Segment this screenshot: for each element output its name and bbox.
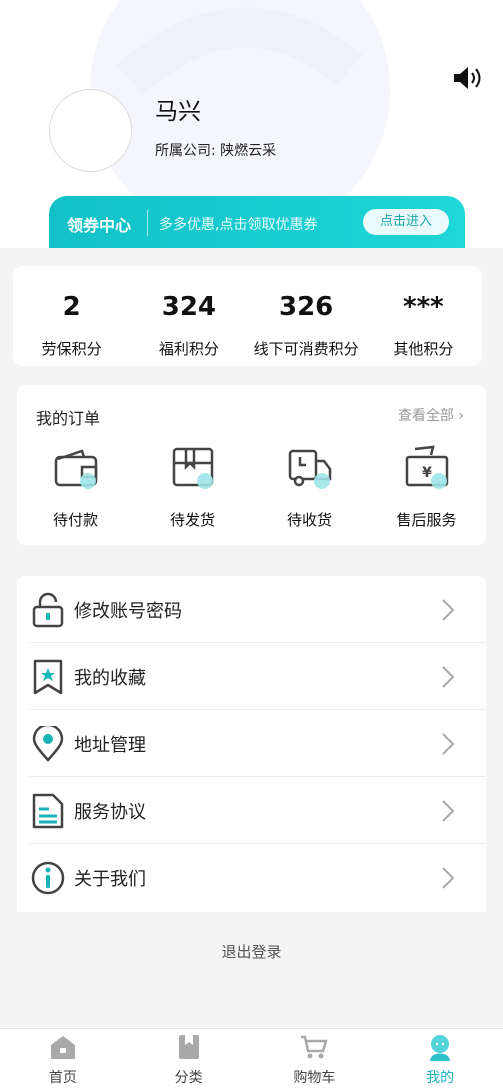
order-pending-receipt[interactable]: 待收货	[251, 443, 368, 533]
coupon-divider	[147, 210, 148, 236]
points-value: 2	[62, 292, 81, 322]
menu-item-label: 地址管理	[74, 735, 146, 756]
points-item[interactable]: 2 劳保积分	[13, 266, 130, 366]
points-value: 324	[161, 292, 217, 322]
logout-button[interactable]: 退出登录	[0, 941, 503, 962]
points-item[interactable]: 326 线下可消费积分	[248, 266, 365, 366]
tab-profile[interactable]: 我的	[377, 1029, 503, 1089]
location-pin-icon	[32, 726, 64, 762]
cart-icon	[301, 1035, 329, 1059]
lock-icon	[32, 592, 64, 628]
tab-label: 购物车	[293, 1070, 336, 1086]
wallet-icon	[54, 449, 97, 489]
order-label: 待发货	[169, 511, 215, 529]
order-label: 待付款	[52, 511, 98, 529]
coupon-enter-button[interactable]: 点击进入	[363, 209, 449, 235]
home-icon	[50, 1036, 75, 1059]
settings-menu: 修改账号密码 我的收藏 地址管理 服务协议 关于我们	[17, 576, 486, 912]
tab-label: 我的	[426, 1070, 455, 1086]
order-after-sales[interactable]: ¥ 售后服务	[368, 443, 485, 533]
chevron-right-icon	[442, 867, 455, 889]
points-label: 劳保积分	[41, 340, 102, 358]
view-all-orders-link[interactable]: 查看全部 ›	[398, 405, 464, 425]
info-icon	[31, 861, 65, 895]
menu-item-label: 服务协议	[74, 802, 146, 823]
order-pending-payment[interactable]: 待付款	[17, 443, 134, 533]
menu-item-service-agreement[interactable]: 服务协议	[17, 777, 486, 844]
coupon-title: 领券中心	[67, 216, 132, 235]
points-value: 326	[278, 292, 334, 322]
avatar[interactable]	[49, 89, 132, 172]
yen-refund-icon: ¥	[405, 445, 448, 489]
coupon-description: 多多优惠,点击领取优惠券	[159, 217, 318, 233]
order-pending-shipment[interactable]: 待发货	[134, 443, 251, 533]
points-label: 线下可消费积分	[253, 340, 359, 358]
orders-title: 我的订单	[36, 409, 101, 428]
profile-icon	[430, 1035, 451, 1061]
order-label: 待收货	[286, 511, 332, 529]
tab-label: 分类	[174, 1070, 203, 1086]
menu-item-label: 我的收藏	[74, 668, 146, 689]
chevron-right-icon	[442, 800, 455, 822]
category-icon	[178, 1035, 199, 1059]
tab-category[interactable]: 分类	[126, 1029, 252, 1089]
company-name: 所属公司: 陕燃云采	[155, 143, 277, 159]
truck-icon	[288, 449, 331, 489]
profile-header: 马兴 所属公司: 陕燃云采 领券中心 多多优惠,点击领取优惠券 点击进入	[0, 0, 503, 248]
user-name: 马兴	[155, 99, 201, 125]
speaker-icon[interactable]	[452, 64, 484, 92]
bottom-tab-bar: 首页 分类 购物车 我的	[0, 1028, 503, 1089]
tab-label: 首页	[48, 1070, 77, 1086]
points-label: 福利积分	[158, 340, 219, 358]
points-item[interactable]: *** 其他积分	[365, 266, 482, 366]
tab-cart[interactable]: 购物车	[252, 1029, 378, 1089]
document-icon	[32, 793, 64, 829]
points-card: 2 劳保积分 324 福利积分 326 线下可消费积分 *** 其他积分	[13, 266, 482, 366]
tab-home[interactable]: 首页	[0, 1029, 126, 1089]
chevron-right-icon	[442, 666, 455, 688]
chevron-right-icon	[442, 599, 455, 621]
points-item[interactable]: 324 福利积分	[130, 266, 247, 366]
points-value: ***	[402, 292, 444, 322]
package-icon	[172, 447, 213, 489]
my-orders-card: 我的订单 查看全部 › 待付款 待发货 待收货 ¥ 售后服务	[17, 385, 486, 545]
menu-item-about-us[interactable]: 关于我们	[17, 844, 486, 911]
order-label: 售后服务	[396, 511, 457, 529]
menu-item-label: 修改账号密码	[74, 601, 182, 622]
bookmark-star-icon	[33, 659, 63, 695]
menu-item-label: 关于我们	[74, 869, 146, 890]
menu-item-favorites[interactable]: 我的收藏	[17, 643, 486, 710]
chevron-right-icon	[442, 733, 455, 755]
svg-text:¥: ¥	[422, 465, 432, 481]
points-label: 其他积分	[393, 340, 454, 358]
coupon-center-banner[interactable]: 领券中心 多多优惠,点击领取优惠券 点击进入	[49, 196, 465, 248]
menu-item-change-password[interactable]: 修改账号密码	[17, 576, 486, 643]
menu-item-address[interactable]: 地址管理	[17, 710, 486, 777]
